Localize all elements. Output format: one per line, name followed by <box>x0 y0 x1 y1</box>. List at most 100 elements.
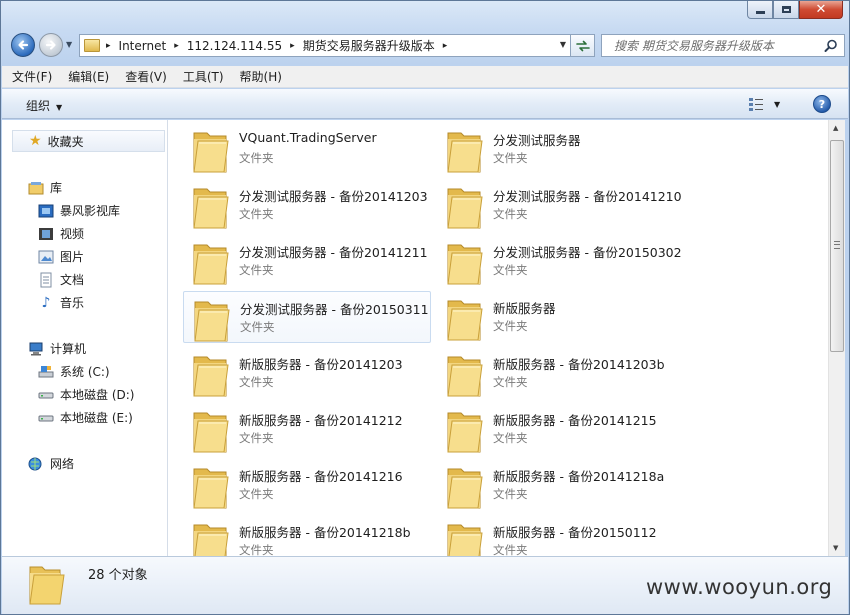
nav-favorites[interactable]: ★ 收藏夹 <box>12 130 165 152</box>
folder-type: 文件夹 <box>493 319 528 333</box>
nav-library-music[interactable]: ♪ 音乐 <box>38 294 84 311</box>
folder-icon <box>443 241 485 290</box>
folder-type: 文件夹 <box>239 375 274 389</box>
nav-drive-c[interactable]: 系统 (C:) <box>38 363 110 380</box>
network-icon <box>28 456 44 472</box>
folder-tile[interactable]: VQuant.TradingServer 文件夹 <box>183 123 431 175</box>
close-button[interactable]: ✕ <box>799 1 843 19</box>
search-icon[interactable] <box>824 39 838 53</box>
scroll-down-arrow[interactable]: ▼ <box>833 544 838 552</box>
recent-pages-dropdown[interactable]: ▼ <box>66 40 72 49</box>
scroll-thumb[interactable] <box>830 140 844 352</box>
maximize-icon <box>781 6 791 13</box>
help-button[interactable]: ? <box>813 95 831 113</box>
back-button[interactable] <box>11 33 35 57</box>
breadcrumb-internet[interactable]: Internet <box>119 39 167 53</box>
address-bar[interactable]: ▸ Internet ▸ 112.124.114.55 ▸ 期货交易服务器升级版… <box>79 34 571 57</box>
folder-tile[interactable]: 新版服务器 - 备份20141215 文件夹 <box>437 403 685 455</box>
folder-icon <box>189 241 231 290</box>
chevron-right-icon[interactable]: ▸ <box>290 41 295 51</box>
folder-name: 新版服务器 <box>493 301 556 316</box>
nav-library-baofeng[interactable]: 暴风影视库 <box>38 202 120 219</box>
menu-edit[interactable]: 编辑(E) <box>68 68 109 85</box>
search-input[interactable] <box>614 38 814 53</box>
folder-tile[interactable]: 新版服务器 - 备份20141218a 文件夹 <box>437 459 685 511</box>
nav-drive-d[interactable]: 本地磁盘 (D:) <box>38 386 134 403</box>
folder-tile[interactable]: 分发测试服务器 - 备份20141210 文件夹 <box>437 179 685 231</box>
folder-tile[interactable]: 分发测试服务器 - 备份20150311 文件夹 <box>183 291 431 343</box>
organize-button[interactable]: 组织 ▼ <box>26 97 62 114</box>
folder-name: 新版服务器 - 备份20141218b <box>239 525 411 540</box>
navigation-pane: ★ 收藏夹 库 暴风影视库 视频 图片 文档 ♪ 音乐 计算机 系统 (C:) … <box>2 120 168 556</box>
folder-tile[interactable]: 分发测试服务器 - 备份20150302 文件夹 <box>437 235 685 287</box>
chevron-right-icon[interactable]: ▸ <box>106 41 111 51</box>
nav-drive-e[interactable]: 本地磁盘 (E:) <box>38 409 133 426</box>
nav-library-videos[interactable]: 视频 <box>38 225 84 242</box>
chevron-right-icon[interactable]: ▸ <box>443 41 448 51</box>
folder-name: VQuant.TradingServer <box>239 130 377 145</box>
folder-name: 分发测试服务器 - 备份20141203 <box>239 189 428 204</box>
folder-icon <box>84 39 100 52</box>
folder-name: 新版服务器 - 备份20141203 <box>239 357 403 372</box>
view-options-icon <box>749 98 763 111</box>
nav-libraries[interactable]: 库 <box>28 179 62 196</box>
folder-tile[interactable]: 分发测试服务器 - 备份20141211 文件夹 <box>183 235 431 287</box>
forward-button[interactable] <box>39 33 63 57</box>
watermark: www.wooyun.org <box>646 575 833 599</box>
folder-name: 分发测试服务器 - 备份20150302 <box>493 245 682 260</box>
close-icon: ✕ <box>815 2 827 17</box>
folder-icon <box>443 353 485 402</box>
folder-type: 文件夹 <box>493 543 528 556</box>
folder-icon <box>189 129 231 178</box>
nav-network-label: 网络 <box>50 457 75 471</box>
folder-icon <box>443 409 485 458</box>
vertical-scrollbar[interactable]: ▲ ▼ <box>828 120 845 556</box>
film-icon <box>38 226 54 242</box>
folder-icon <box>443 465 485 514</box>
nav-network[interactable]: 网络 <box>28 455 74 472</box>
folder-icon <box>189 185 231 234</box>
nav-item-label: 音乐 <box>60 296 85 310</box>
search-box[interactable] <box>601 34 845 57</box>
folder-tile[interactable]: 新版服务器 - 备份20141218b 文件夹 <box>183 515 431 556</box>
breadcrumb-folder[interactable]: 期货交易服务器升级版本 <box>303 37 435 54</box>
folder-name: 新版服务器 - 备份20141216 <box>239 469 403 484</box>
breadcrumb-host[interactable]: 112.124.114.55 <box>187 39 282 53</box>
menu-file[interactable]: 文件(F) <box>12 68 52 85</box>
folder-tile[interactable]: 新版服务器 - 备份20150112 文件夹 <box>437 515 685 556</box>
details-pane: 28 个对象 www.wooyun.org <box>2 556 848 614</box>
grip-icon <box>834 241 840 249</box>
menu-bar: 文件(F) 编辑(E) 查看(V) 工具(T) 帮助(H) <box>2 66 848 88</box>
nav-computer[interactable]: 计算机 <box>28 340 86 357</box>
nav-library-documents[interactable]: 文档 <box>38 271 84 288</box>
folder-tile[interactable]: 新版服务器 文件夹 <box>437 291 685 343</box>
minimize-icon <box>755 11 765 14</box>
menu-help[interactable]: 帮助(H) <box>240 68 282 85</box>
nav-favorites-label: 收藏夹 <box>47 134 84 149</box>
chevron-down-icon: ▼ <box>774 99 781 109</box>
minimize-button[interactable] <box>747 1 773 19</box>
folder-icon <box>443 185 485 234</box>
menu-view[interactable]: 查看(V) <box>125 68 167 85</box>
menu-tools[interactable]: 工具(T) <box>183 68 224 85</box>
folder-tile[interactable]: 新版服务器 - 备份20141203 文件夹 <box>183 347 431 399</box>
nav-item-label: 视频 <box>60 227 85 241</box>
folder-tile[interactable]: 新版服务器 - 备份20141203b 文件夹 <box>437 347 685 399</box>
folder-tile[interactable]: 新版服务器 - 备份20141212 文件夹 <box>183 403 431 455</box>
star-icon: ★ <box>29 133 42 149</box>
folder-type: 文件夹 <box>493 375 528 389</box>
command-bar: 组织 ▼ ▼ ? <box>2 89 848 119</box>
folder-name: 新版服务器 - 备份20150112 <box>493 525 657 540</box>
hard-drive-icon <box>38 387 54 403</box>
address-dropdown[interactable]: ▼ <box>560 40 566 49</box>
chevron-right-icon[interactable]: ▸ <box>174 41 179 51</box>
nav-library-pictures[interactable]: 图片 <box>38 248 84 265</box>
refresh-button[interactable] <box>571 34 595 57</box>
folder-tile[interactable]: 分发测试服务器 - 备份20141203 文件夹 <box>183 179 431 231</box>
scroll-up-arrow[interactable]: ▲ <box>833 124 838 132</box>
folder-type: 文件夹 <box>493 207 528 221</box>
folder-tile[interactable]: 分发测试服务器 文件夹 <box>437 123 685 175</box>
maximize-button[interactable] <box>773 1 799 19</box>
change-view-button[interactable]: ▼ <box>748 97 780 111</box>
folder-tile[interactable]: 新版服务器 - 备份20141216 文件夹 <box>183 459 431 511</box>
